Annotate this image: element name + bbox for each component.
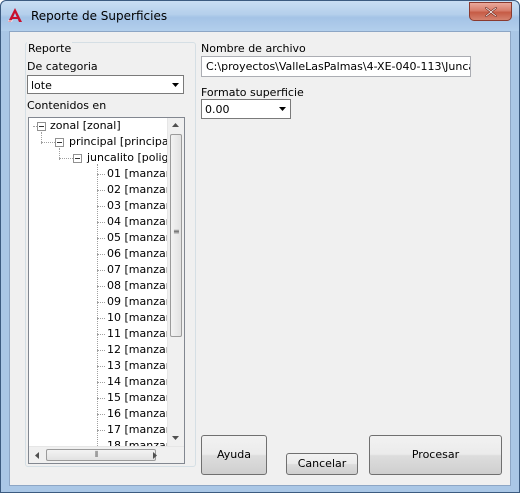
tree-connector: [97, 238, 105, 239]
cancelar-button[interactable]: Cancelar: [286, 453, 358, 475]
tree-node-manzana[interactable]: 13 [manzar: [107, 358, 170, 374]
reporte-group-label: Reporte: [27, 42, 73, 55]
tree-node-manzana[interactable]: 16 [manzar: [107, 406, 170, 422]
dialog-client: Reporte De categoria lote Contenidos en …: [9, 31, 511, 486]
close-icon: [485, 7, 497, 17]
close-button[interactable]: [469, 2, 512, 21]
tree-node-manzana[interactable]: 14 [manzar: [107, 374, 170, 390]
grip-icon: ≡: [173, 227, 180, 236]
tree-node-manzana[interactable]: 07 [manzar: [107, 262, 170, 278]
tree-node-manzana[interactable]: 05 [manzar: [107, 230, 170, 246]
vertical-scroll-thumb[interactable]: ≡: [170, 134, 182, 337]
tree-connector: [97, 430, 105, 431]
ayuda-button-label: Ayuda: [217, 448, 251, 461]
tree-node-manzana[interactable]: 03 [manzar: [107, 198, 170, 214]
tree-node-manzana[interactable]: 15 [manzar: [107, 390, 170, 406]
tree-node-manzana[interactable]: 08 [manzar: [107, 278, 170, 294]
tree-node-manzana[interactable]: 02 [manzar: [107, 182, 170, 198]
tree-connector: [97, 286, 105, 287]
autocad-a-icon[interactable]: [7, 7, 23, 23]
dialog-window: Reporte de Superficies Reporte De catego…: [0, 0, 520, 493]
tree-connector: [97, 174, 105, 175]
ayuda-button[interactable]: Ayuda: [201, 435, 267, 475]
tree-horizontal-scrollbar[interactable]: ⦀: [29, 446, 184, 463]
tree-node-juncalito[interactable]: juncalito [poligo: [87, 150, 175, 166]
horizontal-scroll-thumb[interactable]: ⦀: [46, 449, 156, 461]
tree-node-manzana[interactable]: 06 [manzar: [107, 246, 170, 262]
tree-node-principal[interactable]: principal [principal]: [69, 134, 176, 150]
formato-value: 0.00: [205, 103, 230, 116]
window-title: Reporte de Superficies: [31, 9, 168, 23]
tree-connector: [97, 414, 105, 415]
collapse-icon[interactable]: [55, 138, 64, 147]
tree-connector: [41, 142, 55, 143]
tree-node-manzana[interactable]: 04 [manzar: [107, 214, 170, 230]
categoria-select[interactable]: lote: [27, 75, 184, 94]
tree-connector: [97, 190, 105, 191]
tree-node-manzana[interactable]: 09 [manzar: [107, 294, 170, 310]
tree-connector: [97, 398, 105, 399]
tree-node-manzana[interactable]: 17 [manzar: [107, 422, 170, 438]
contenidos-tree[interactable]: zonal [zonal] principal [principal] junc…: [28, 117, 185, 464]
tree-connector: [97, 270, 105, 271]
grip-icon: ⦀: [95, 450, 99, 459]
tree-vertical-scrollbar[interactable]: ≡: [167, 118, 184, 446]
tree-connector: [97, 206, 105, 207]
chevron-down-icon: [172, 83, 179, 87]
tree-connector: [97, 382, 105, 383]
tree-connector: [97, 254, 105, 255]
tree-node-manzana[interactable]: 01 [manzar: [107, 166, 170, 182]
archivo-value: C:\proyectos\ValleLasPalmas\4-XE-040-113…: [206, 60, 470, 73]
archivo-label: Nombre de archivo: [201, 42, 306, 55]
tree-connector: [97, 222, 105, 223]
scroll-up-icon[interactable]: [172, 123, 179, 127]
chevron-down-icon: [279, 107, 286, 111]
collapse-icon[interactable]: [37, 122, 46, 131]
cancelar-button-label: Cancelar: [297, 457, 347, 470]
tree-connector: [97, 350, 105, 351]
tree-connector: [97, 334, 105, 335]
tree-connector: [97, 302, 105, 303]
tree-node-root[interactable]: zonal [zonal]: [50, 118, 121, 134]
title-bar[interactable]: Reporte de Superficies: [1, 1, 519, 31]
archivo-field[interactable]: C:\proyectos\ValleLasPalmas\4-XE-040-113…: [201, 56, 471, 77]
scroll-down-icon[interactable]: [172, 436, 179, 440]
procesar-button[interactable]: Procesar: [369, 435, 502, 475]
formato-select[interactable]: 0.00: [201, 99, 291, 119]
tree-connector: [59, 158, 73, 159]
tree-node-manzana[interactable]: 11 [manzar: [107, 326, 170, 342]
scroll-left-icon[interactable]: [35, 452, 39, 459]
formato-label: Formato superficie: [201, 86, 304, 99]
collapse-icon[interactable]: [73, 154, 82, 163]
procesar-button-label: Procesar: [411, 448, 460, 461]
tree-connector: [97, 318, 105, 319]
categoria-label: De categoria: [27, 60, 98, 73]
scroll-right-icon[interactable]: [153, 452, 157, 459]
contenidos-label: Contenidos en: [27, 99, 107, 112]
tree-node-manzana[interactable]: 12 [manzar: [107, 342, 170, 358]
categoria-value: lote: [31, 79, 52, 92]
tree-connector: [97, 366, 105, 367]
tree-node-manzana[interactable]: 10 [manzar: [107, 310, 170, 326]
